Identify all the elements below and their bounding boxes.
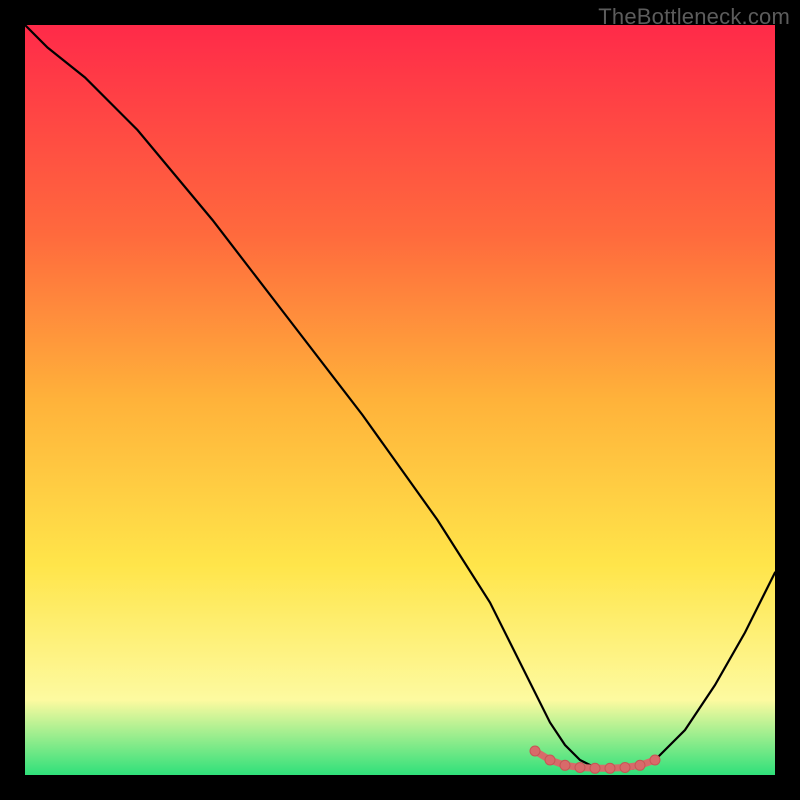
heat-gradient-bg	[25, 25, 775, 775]
marker-dot	[590, 763, 600, 773]
marker-dot	[575, 763, 585, 773]
watermark-text: TheBottleneck.com	[598, 4, 790, 30]
marker-dot	[620, 763, 630, 773]
chart-svg	[25, 25, 775, 775]
marker-dot	[530, 746, 540, 756]
marker-dot	[560, 760, 570, 770]
marker-dot	[545, 755, 555, 765]
chart-plot-area	[25, 25, 775, 775]
marker-dot	[650, 755, 660, 765]
marker-dot	[635, 760, 645, 770]
chart-frame: TheBottleneck.com	[0, 0, 800, 800]
marker-dot	[605, 763, 615, 773]
